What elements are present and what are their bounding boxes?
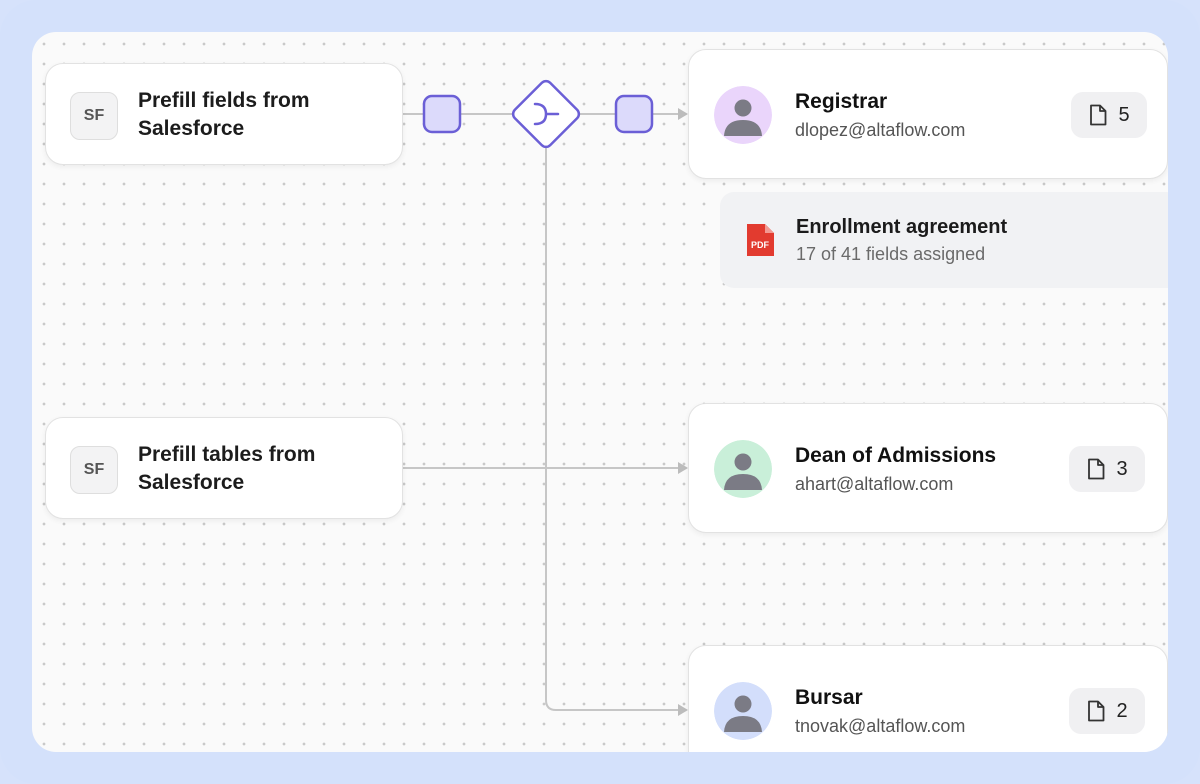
- arrow-dean: [678, 462, 688, 474]
- person-icon: [714, 682, 772, 740]
- document-icon: [1088, 458, 1105, 480]
- role-email: dlopez@altaflow.com: [795, 120, 966, 140]
- pdf-icon: PDF: [747, 224, 774, 256]
- document-count-badge[interactable]: 3: [1069, 446, 1145, 492]
- svg-text:PDF: PDF: [751, 240, 770, 250]
- source-card-prefill-tables[interactable]: SF Prefill tables from Salesforce: [45, 417, 403, 519]
- connector-node-left[interactable]: [422, 94, 462, 134]
- arrow-bursar: [678, 704, 688, 716]
- avatar: [714, 682, 772, 740]
- role-name: Registrar: [795, 90, 888, 113]
- avatar: [714, 86, 772, 144]
- avatar: [714, 440, 772, 498]
- salesforce-badge: SF: [70, 446, 118, 494]
- outer-frame: SF Prefill fields from Salesforce SF Pre…: [0, 0, 1200, 784]
- document-count-badge[interactable]: 5: [1071, 92, 1147, 138]
- role-name: Dean of Admissions: [795, 444, 997, 467]
- document-icon: [1088, 700, 1105, 722]
- document-count-badge[interactable]: 2: [1069, 688, 1145, 734]
- role-card-registrar[interactable]: Registrar dlopez@altaflow.com 5: [688, 49, 1168, 179]
- document-count: 5: [1118, 103, 1130, 126]
- document-item-enrollment-agreement[interactable]: PDF Enrollment agreement 17 of 41 fields…: [720, 192, 1168, 288]
- role-email: tnovak@altaflow.com: [795, 716, 966, 736]
- person-icon: [714, 440, 772, 498]
- document-count: 3: [1116, 457, 1128, 480]
- document-count: 2: [1116, 699, 1128, 722]
- role-card-dean-of-admissions[interactable]: Dean of Admissions ahart@altaflow.com 3: [688, 403, 1168, 533]
- salesforce-badge: SF: [70, 92, 118, 140]
- document-field-status: 17 of 41 fields assigned: [796, 244, 986, 264]
- source-card-prefill-fields[interactable]: SF Prefill fields from Salesforce: [45, 63, 403, 165]
- role-name: Bursar: [795, 686, 863, 709]
- document-title: Enrollment agreement: [796, 216, 1008, 238]
- document-icon: [1090, 104, 1107, 126]
- role-card-bursar[interactable]: Bursar tnovak@altaflow.com 2: [688, 645, 1168, 752]
- source-card-label: Prefill fields from Salesforce: [138, 89, 310, 140]
- connector-line-vertical: [545, 146, 678, 711]
- connector-node-right[interactable]: [614, 94, 654, 134]
- source-card-label: Prefill tables from Salesforce: [138, 443, 316, 494]
- role-email: ahart@altaflow.com: [795, 474, 954, 494]
- person-icon: [714, 86, 772, 144]
- flow-canvas[interactable]: SF Prefill fields from Salesforce SF Pre…: [32, 32, 1168, 752]
- arrow-registrar: [678, 108, 688, 120]
- merge-node[interactable]: [511, 79, 582, 150]
